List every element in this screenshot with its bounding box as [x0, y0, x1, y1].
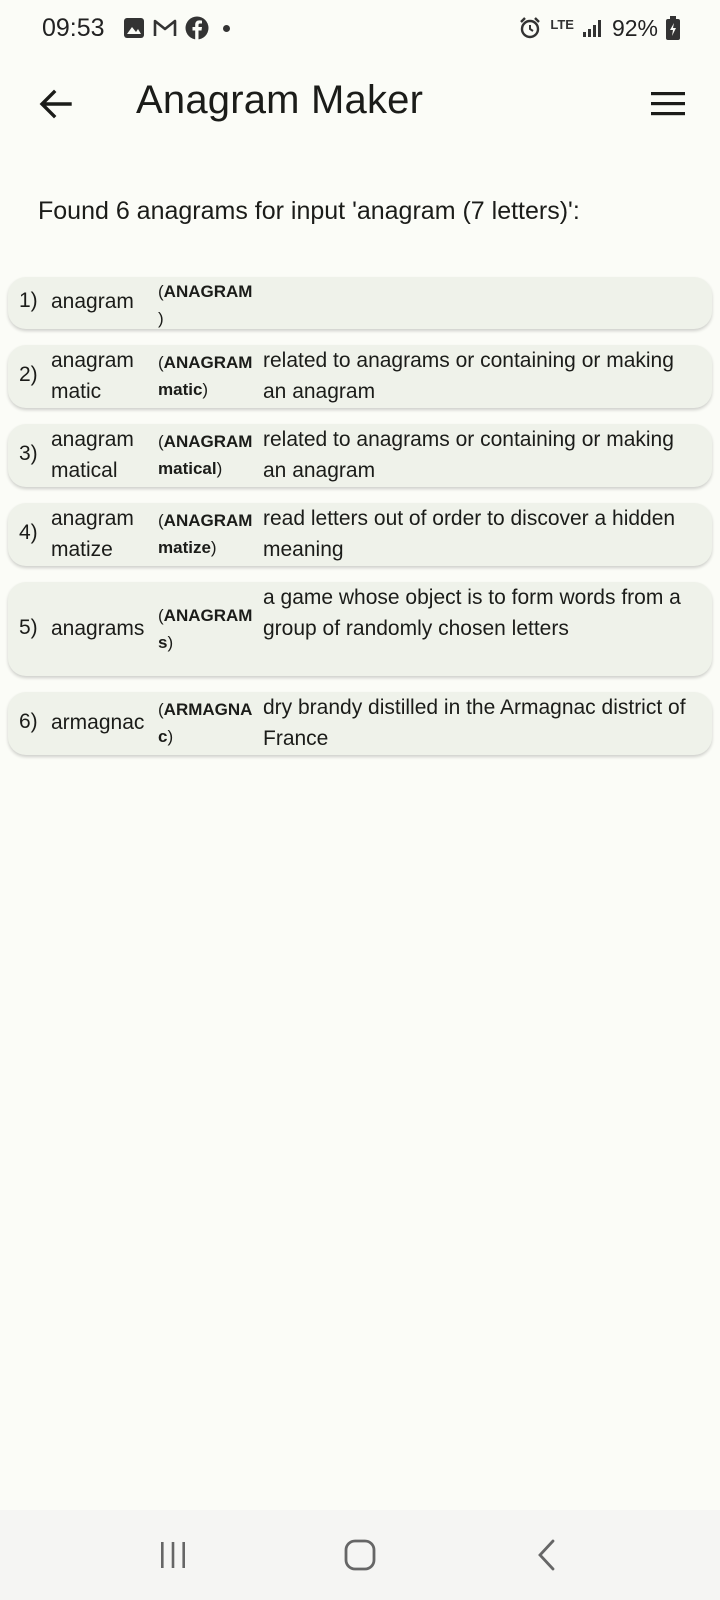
item-index: 5): [19, 616, 38, 639]
results-summary: Found 6 anagrams for input 'anagram (7 l…: [38, 197, 580, 225]
item-definition: a game whose object is to form words fro…: [263, 586, 681, 640]
item-index: 2): [19, 363, 38, 386]
status-left: 09:53: [42, 14, 230, 43]
battery-percent: 92%: [611, 14, 658, 41]
item-uppercase: (ANAGRAM matical): [158, 432, 253, 478]
item-word: anagram matical: [51, 428, 134, 482]
hamburger-menu-icon: [651, 92, 685, 116]
app-bar: Anagram Maker: [0, 62, 720, 146]
item-word: anagram: [51, 290, 134, 313]
recent-apps-icon[interactable]: [153, 1537, 193, 1573]
notification-dot: [222, 24, 230, 32]
signal-icon: [582, 20, 601, 37]
item-word: anagrams: [51, 617, 145, 640]
item-word: anagram matize: [51, 507, 134, 561]
back-button[interactable]: [28, 76, 84, 132]
gallery-icon: [123, 18, 144, 38]
item-uppercase: (ANAGRAM matic): [158, 353, 253, 399]
battery-icon: [666, 16, 680, 40]
back-nav-icon[interactable]: [527, 1537, 567, 1573]
item-uppercase: (ANAGRAM matize): [158, 511, 253, 557]
status-right: LTE 92%: [518, 15, 680, 42]
facebook-icon: [185, 16, 209, 40]
list-item[interactable]: 4) anagram matize (ANAGRAM matize) read le…: [8, 503, 712, 566]
status-time: 09:53: [42, 13, 105, 42]
item-definition: related to anagrams or containing or mak…: [263, 349, 674, 403]
item-uppercase: (ANAGRAM s): [158, 606, 253, 652]
list-item[interactable]: 2) anagram matic (ANAGRAM matic) related t…: [8, 345, 712, 408]
item-index: 1): [19, 289, 38, 312]
network-type: LTE: [550, 16, 574, 32]
item-index: 6): [19, 710, 38, 733]
item-word: armagnac: [51, 711, 145, 734]
item-definition: read letters out of order to discover a …: [263, 507, 676, 561]
home-icon[interactable]: [340, 1537, 380, 1573]
item-uppercase: (ARMAGNA c): [158, 700, 253, 746]
system-nav-bar: [0, 1510, 720, 1600]
item-index: 3): [19, 442, 38, 465]
page-title: Anagram Maker: [136, 78, 424, 122]
list-item[interactable]: 3) anagram matical (ANAGRAM matical) relat…: [8, 424, 712, 487]
item-index: 4): [19, 521, 38, 544]
item-word: anagram matic: [51, 349, 134, 403]
menu-button[interactable]: [640, 76, 696, 132]
list-item[interactable]: 1) anagram (ANAGRAM): [8, 277, 712, 329]
item-definition: related to anagrams or containing or mak…: [263, 428, 674, 482]
alarm-icon: [520, 17, 541, 39]
gmail-icon: [153, 19, 176, 36]
arrow-left-icon: [39, 89, 72, 119]
item-definition: dry brandy distilled in the Armagnac dis…: [263, 696, 686, 750]
list-item[interactable]: 6) armagnac (ARMAGNA c) dry brandy distil…: [8, 692, 712, 755]
list-item[interactable]: 5) anagrams (ANAGRAM s) a game whose obje…: [8, 582, 712, 676]
item-uppercase: (ANAGRAM): [158, 282, 253, 328]
status-bar: 09:53 LTE 92%: [0, 0, 720, 56]
